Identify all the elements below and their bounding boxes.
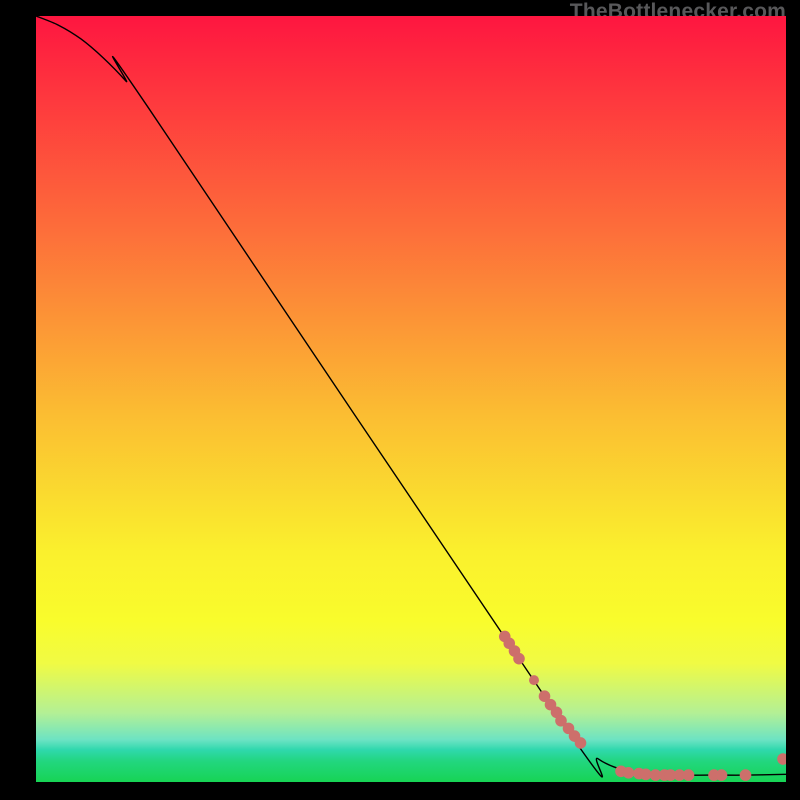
data-point (575, 737, 587, 749)
chart-background (36, 16, 786, 782)
data-point (513, 653, 525, 665)
chart-plot (36, 16, 786, 782)
data-point (529, 675, 539, 685)
data-point (683, 769, 695, 781)
data-point (716, 769, 728, 781)
data-point (740, 769, 752, 781)
data-point (623, 767, 635, 779)
